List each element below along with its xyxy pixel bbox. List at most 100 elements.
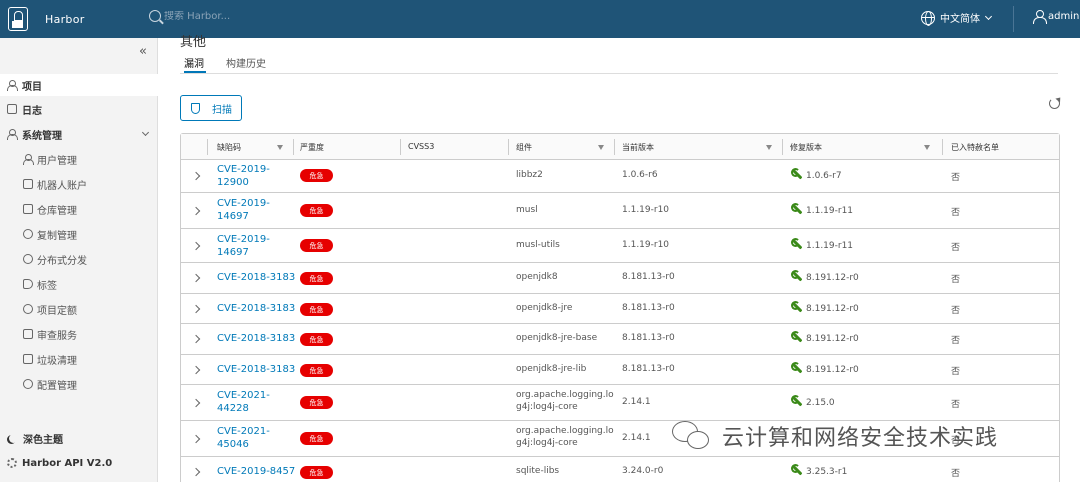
sidebar-item-label: 分布式分发: [37, 255, 87, 267]
sidebar-item-admin[interactable]: 系统管理: [0, 123, 158, 145]
column-header-cvss3[interactable]: CVSS3: [408, 142, 434, 151]
sidebar-item-registries[interactable]: 仓库管理: [0, 199, 158, 219]
table-row[interactable]: CVE-2018-3183 危急 openjdk8-jre-lib 8.181.…: [181, 355, 1059, 385]
header-divider: [1013, 6, 1014, 32]
wrench-icon: [791, 362, 803, 374]
wrench-icon: [791, 464, 803, 476]
column-header-allowlisted[interactable]: 已入特赦名单: [951, 142, 999, 153]
user-menu[interactable]: admin: [1033, 10, 1080, 24]
severity-badge: 危急: [300, 396, 333, 409]
current-version-cell: 8.181.13-r0: [622, 303, 675, 313]
refresh-icon[interactable]: [1049, 98, 1060, 109]
expand-row-icon[interactable]: [191, 206, 201, 216]
column-header-severity[interactable]: 严重度: [300, 142, 324, 153]
scan-button-label: 扫描: [212, 104, 232, 116]
sidebar-item-label: 机器人账户: [37, 180, 87, 192]
sidebar-item-label: 项目定额: [37, 305, 77, 317]
expand-row-icon[interactable]: [191, 467, 201, 477]
filter-icon[interactable]: [924, 145, 930, 150]
main-content: 其他 漏洞 构建历史 扫描 缺陷码 严重度 CVSS3 组件 当前版本 修复版本…: [158, 35, 1080, 482]
sidebar-item-distribution[interactable]: 分布式分发: [0, 249, 158, 269]
expand-row-icon[interactable]: [191, 398, 201, 408]
filter-icon[interactable]: [277, 145, 283, 150]
sidebar-item-users[interactable]: 用户管理: [0, 149, 158, 169]
filter-icon[interactable]: [766, 145, 772, 150]
component-cell: org.apache.logging.log4j:log4j-core: [516, 426, 614, 448]
tab-build-history[interactable]: 构建历史: [226, 55, 266, 70]
cve-link[interactable]: CVE-2021-45046: [217, 425, 277, 451]
cve-link[interactable]: CVE-2018-3183: [217, 271, 295, 284]
current-version-cell: 2.14.1: [622, 397, 651, 407]
column-header-current-version[interactable]: 当前版本: [622, 142, 654, 153]
expand-row-icon[interactable]: [191, 434, 201, 444]
sidebar-item-interrogation[interactable]: 审查服务: [0, 324, 158, 344]
fixed-version-text: 3.25.3-r1: [806, 467, 848, 477]
table-row[interactable]: CVE-2019-8457 危急 sqlite-libs 3.24.0-r0 3…: [181, 457, 1059, 482]
expand-row-icon[interactable]: [191, 273, 201, 283]
dark-theme-toggle[interactable]: 深色主题: [0, 427, 158, 449]
fixed-version-cell: 8.191.12-r0: [791, 362, 859, 375]
sidebar-item-config[interactable]: 配置管理: [0, 374, 158, 394]
severity-badge: 危急: [300, 303, 333, 316]
table-row[interactable]: CVE-2018-3183 危急 openjdk8-jre 8.181.13-r…: [181, 294, 1059, 324]
column-divider: [508, 139, 509, 155]
top-header: Harbor 中文简体 admin: [0, 0, 1080, 38]
cve-link[interactable]: CVE-2019-12900: [217, 163, 287, 189]
cve-link[interactable]: CVE-2019-14697: [217, 233, 287, 259]
column-header-cve[interactable]: 缺陷码: [217, 142, 241, 153]
component-cell: openjdk8-jre: [516, 303, 573, 313]
filter-icon[interactable]: [598, 145, 604, 150]
component-cell: openjdk8: [516, 272, 558, 282]
cve-link[interactable]: CVE-2018-3183: [217, 363, 295, 376]
logs-icon: [7, 104, 17, 114]
tab-vulnerabilities[interactable]: 漏洞: [184, 55, 204, 70]
expand-row-icon[interactable]: [191, 304, 201, 314]
user-icon: [1033, 10, 1047, 24]
table-row[interactable]: CVE-2019-12900 危急 libbz2 1.0.6-r6 1.0.6-…: [181, 160, 1059, 193]
expand-row-icon[interactable]: [191, 365, 201, 375]
cve-link[interactable]: CVE-2018-3183: [217, 332, 295, 345]
expand-row-icon[interactable]: [191, 334, 201, 344]
collapse-sidebar-icon[interactable]: «: [139, 44, 147, 59]
fixed-version-cell: 2.15.0: [791, 395, 835, 408]
cve-link[interactable]: CVE-2021-44228: [217, 389, 287, 415]
projects-icon: [7, 80, 18, 91]
sidebar-item-gc[interactable]: 垃圾清理: [0, 349, 158, 369]
table-row[interactable]: CVE-2019-14697 危急 musl-utils 1.1.19-r10 …: [181, 229, 1059, 263]
allowlisted-cell: 否: [951, 306, 961, 316]
table-row[interactable]: CVE-2018-3183 危急 openjdk8 8.181.13-r0 8.…: [181, 263, 1059, 294]
trash-icon: [23, 354, 33, 364]
table-row[interactable]: CVE-2021-44228 危急 org.apache.logging.log…: [181, 385, 1059, 421]
api-icon: [7, 458, 17, 468]
table-row[interactable]: CVE-2019-14697 危急 musl 1.1.19-r10 1.1.19…: [181, 193, 1059, 229]
severity-badge: 危急: [300, 169, 333, 182]
sidebar-item-labels[interactable]: 标签: [0, 274, 158, 294]
expand-row-icon[interactable]: [191, 171, 201, 181]
harbor-logo-icon[interactable]: [8, 7, 28, 31]
sidebar-item-robots[interactable]: 机器人账户: [0, 174, 158, 194]
language-selector[interactable]: 中文简体: [921, 10, 993, 26]
cve-link[interactable]: CVE-2019-14697: [217, 197, 287, 223]
search-input[interactable]: [164, 10, 284, 22]
fixed-version-cell: 1.1.19-r11: [791, 203, 853, 216]
api-explorer-link[interactable]: Harbor API V2.0: [0, 452, 158, 474]
username: admin: [1048, 11, 1080, 22]
table-row[interactable]: CVE-2018-3183 危急 openjdk8-jre-base 8.181…: [181, 324, 1059, 355]
brand-name[interactable]: Harbor: [45, 13, 85, 26]
cve-link[interactable]: CVE-2019-8457: [217, 465, 295, 478]
column-header-component[interactable]: 组件: [516, 142, 532, 153]
cve-link[interactable]: CVE-2018-3183: [217, 302, 295, 315]
fixed-version-cell: 1.0.6-r7: [791, 168, 842, 181]
replication-icon: [23, 229, 33, 239]
sidebar-item-quotas[interactable]: 项目定额: [0, 299, 158, 319]
registry-icon: [23, 204, 33, 214]
sidebar-item-projects[interactable]: 项目: [0, 74, 158, 96]
sidebar-item-logs[interactable]: 日志: [0, 98, 158, 120]
allowlisted-cell: 否: [951, 243, 961, 253]
scan-button[interactable]: 扫描: [180, 95, 242, 121]
expand-row-icon[interactable]: [191, 241, 201, 251]
column-header-fixed-version[interactable]: 修复版本: [790, 142, 822, 153]
global-search[interactable]: [149, 10, 284, 22]
fixed-version-text: 8.191.12-r0: [806, 273, 859, 283]
sidebar-item-replication[interactable]: 复制管理: [0, 224, 158, 244]
